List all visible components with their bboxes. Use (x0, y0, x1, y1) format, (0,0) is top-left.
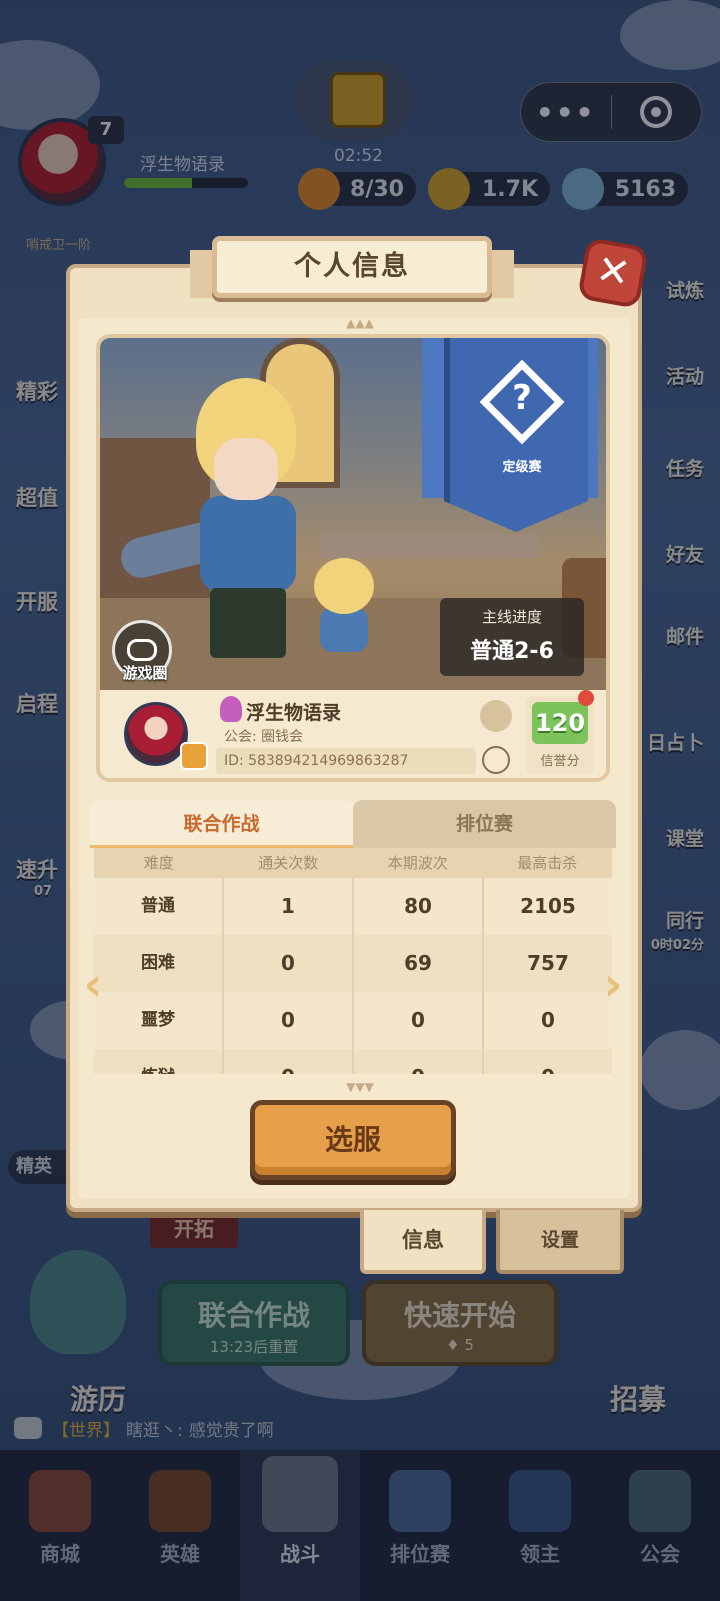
table-row: 普通 1 80 2105 (94, 878, 612, 935)
cell-max-kills: 0 (484, 1049, 612, 1074)
credit-score-label: 信誉分 (540, 754, 580, 769)
cell-waves: 0 (354, 992, 484, 1049)
profile-name: 浮生物语录 (246, 702, 342, 724)
key-badge-icon (220, 696, 242, 722)
game-circle-label: 游戏圈 (122, 664, 168, 682)
cell-clears: 1 (224, 878, 354, 935)
hero-showcase: ? 定级赛 主线进度 普通2-6 游戏圈 (100, 338, 606, 690)
ornament-bottom: ▼▼▼ (346, 1080, 374, 1094)
cell-difficulty: 困难 (94, 935, 224, 992)
profile-card: ? 定级赛 主线进度 普通2-6 游戏圈 浮生物语录 公会: 圈钱会 ID: 5… (96, 334, 610, 782)
main-progress-label: 主线进度 (481, 608, 542, 626)
dialog-title: 个人信息 (212, 236, 492, 298)
cell-waves: 69 (354, 935, 484, 992)
tab-settings[interactable]: 设置 (496, 1210, 624, 1274)
header-difficulty: 难度 (143, 854, 174, 872)
cell-clears: 0 (224, 992, 354, 1049)
chevron-left-icon[interactable]: ‹ (76, 961, 110, 1007)
chibi-character (306, 558, 382, 658)
cell-waves: 80 (354, 878, 484, 935)
copy-id-icon[interactable] (482, 746, 510, 774)
cell-max-kills: 0 (541, 1008, 555, 1032)
gamepad-icon (127, 639, 157, 661)
credit-score-value: 120 (532, 702, 588, 744)
table-row: 困难 0 69 757 (94, 935, 612, 992)
tab-ranked[interactable]: 排位赛 (353, 800, 616, 848)
chibi-body (320, 608, 368, 652)
stats-table: 难度 通关次数 本期波次 最高击杀 普通 1 80 2105 困难 0 69 7… (94, 848, 612, 1074)
cell-clears: 0 (224, 935, 354, 992)
profile-id: ID: 583894214969863287 (216, 748, 476, 774)
stats-table-header: 难度 通关次数 本期波次 最高击杀 (94, 848, 612, 878)
cell-max-kills: 2105 (520, 894, 576, 918)
cell-difficulty: 噩梦 (94, 992, 224, 1049)
ornament-top: ▲▲▲ (346, 316, 374, 330)
main-progress-box: 主线进度 普通2-6 (440, 598, 584, 676)
close-icon: ✕ (592, 246, 634, 298)
hero-pants (210, 588, 286, 658)
desk (320, 534, 540, 558)
close-button[interactable]: ✕ (577, 237, 649, 309)
main-progress-value: 普通2-6 (470, 639, 554, 664)
tab-info[interactable]: 信息 (360, 1210, 486, 1274)
rank-banner-label: 定级赛 (502, 460, 542, 475)
rename-feather-icon[interactable] (480, 700, 512, 732)
hero-coat (200, 496, 296, 592)
header-max-kills: 最高击杀 (517, 854, 578, 872)
cell-clears: 0 (224, 1049, 354, 1074)
credit-score[interactable]: 120 信誉分 (526, 690, 594, 774)
chibi-head (314, 558, 374, 614)
notification-dot (578, 690, 594, 706)
hero-character (116, 378, 310, 658)
select-server-button[interactable]: 选服 (250, 1100, 456, 1180)
cell-difficulty: 普通 (94, 878, 224, 935)
hero-face (214, 438, 278, 500)
chevron-right-icon[interactable]: › (596, 961, 630, 1007)
profile-avatar[interactable] (124, 702, 188, 766)
profile-guild: 公会: 圈钱会 (224, 729, 304, 745)
header-clears: 通关次数 (258, 854, 319, 872)
swap-avatar-icon[interactable] (180, 742, 208, 770)
table-row: 噩梦 0 0 0 (94, 992, 612, 1049)
profile-info: 浮生物语录 公会: 圈钱会 ID: 583894214969863287 120… (100, 690, 606, 778)
header-waves: 本期波次 (387, 854, 448, 872)
cell-difficulty: 炼狱 (94, 1049, 224, 1074)
rank-unknown-glyph: ? (512, 378, 532, 418)
banner-side-left (422, 338, 444, 498)
rank-banner[interactable]: ? 定级赛 (444, 338, 588, 532)
stats-tabs: 联合作战 排位赛 (90, 800, 616, 848)
cell-waves: 0 (354, 1049, 484, 1074)
table-row: 炼狱 0 0 0 (94, 1049, 612, 1074)
cell-max-kills: 757 (527, 951, 569, 975)
tab-coop-battle[interactable]: 联合作战 (90, 800, 353, 848)
